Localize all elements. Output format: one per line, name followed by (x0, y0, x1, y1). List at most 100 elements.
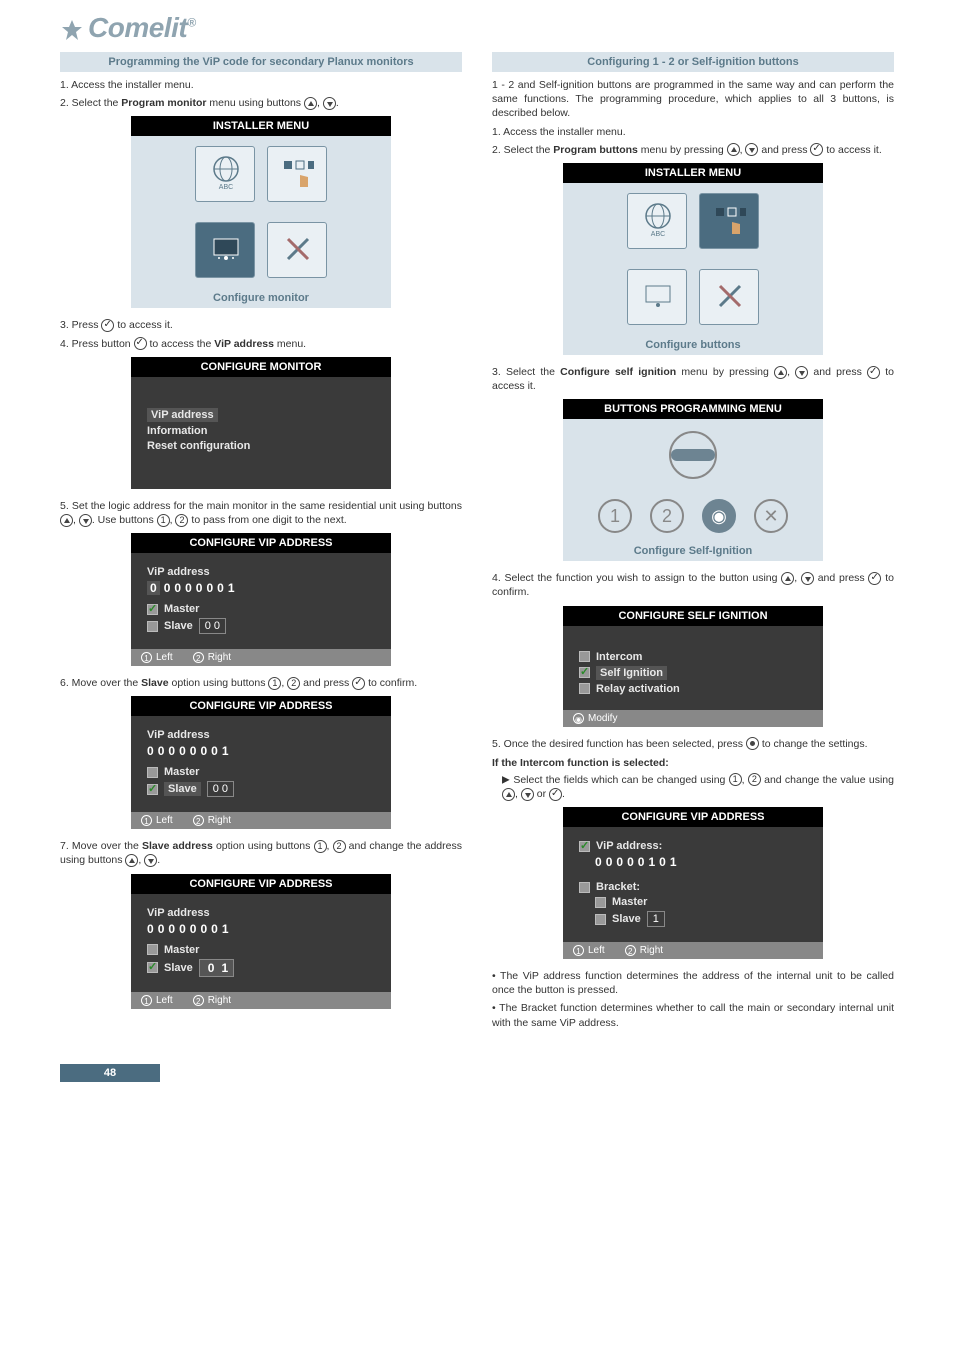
menu-item-info: Information (147, 425, 208, 437)
tile-language: ABC (627, 193, 687, 249)
check-icon (101, 319, 114, 332)
tile-tools (699, 269, 759, 325)
master-checkbox (147, 604, 158, 615)
tile-tools (267, 222, 327, 278)
cfg-vip-3: CONFIGURE VIP ADDRESS ViP address 000000… (131, 874, 391, 1009)
foot-1-icon: 1 (573, 945, 584, 956)
btn-2-icon: 2 (650, 499, 684, 533)
screen-caption: Configure Self-Ignition (563, 541, 823, 557)
left-step5: 5. Set the logic address for the main mo… (60, 499, 462, 527)
right-step1: 1. Access the installer menu. (492, 125, 894, 139)
slave-label: Slave (164, 782, 201, 796)
left-step6: 6. Move over the Slave option using butt… (60, 676, 462, 690)
foot-2-icon: 2 (193, 995, 204, 1006)
right-intro: 1 - 2 and Self-ignition buttons are prog… (492, 78, 894, 121)
right-bullet1: • The ViP address function determines th… (492, 969, 894, 997)
down-icon (801, 572, 814, 585)
menu-item-reset: Reset configuration (147, 440, 250, 452)
master-checkbox (147, 767, 158, 778)
left-step7: 7. Move over the Slave address option us… (60, 839, 462, 867)
screen-title: CONFIGURE VIP ADDRESS (131, 696, 391, 716)
check-icon (868, 572, 881, 585)
btn-1-icon: 1 (598, 499, 632, 533)
foot-right: Right (208, 815, 231, 826)
vip-digits: 00000001 (147, 744, 375, 758)
left-step3: 3. Press to access it. (60, 318, 462, 332)
slave-digit: 1 (653, 913, 659, 925)
right-step3: 3. Select the Configure self ignition me… (492, 365, 894, 393)
screen-title: INSTALLER MENU (563, 163, 823, 183)
left-step4: 4. Press button to access the ViP addres… (60, 337, 462, 351)
foot-left: Left (156, 652, 173, 663)
right-column: Configuring 1 - 2 or Self-ignition butto… (492, 52, 894, 1034)
configure-monitor-screen: CONFIGURE MONITOR ViP address Informatio… (131, 357, 391, 489)
intercom-checkbox (579, 651, 590, 662)
screen-title: CONFIGURE VIP ADDRESS (563, 807, 823, 827)
btn-bell-icon: ✕ (754, 499, 788, 533)
foot-1-icon: 1 (141, 652, 152, 663)
slave-label: Slave (612, 913, 641, 925)
slave-checkbox (595, 914, 606, 925)
up-icon (304, 97, 317, 110)
vip-label: ViP address: (596, 840, 662, 852)
triangle-right-icon: ▶ (502, 774, 510, 785)
vip-address-label: ViP address (147, 907, 210, 919)
num1-icon (268, 677, 281, 690)
slave-label: Slave (164, 620, 193, 632)
num1-icon (729, 773, 742, 786)
num1-icon (314, 840, 327, 853)
right-header: Configuring 1 - 2 or Self-ignition butto… (492, 52, 894, 72)
left-column: Programming the ViP code for secondary P… (60, 52, 462, 1034)
bracket-label: Bracket: (596, 881, 640, 893)
foot-modify: Modify (588, 713, 617, 724)
tile-touch (267, 146, 327, 202)
master-checkbox (595, 897, 606, 908)
foot-1-icon: 1 (141, 815, 152, 826)
foot-2-icon: 2 (193, 652, 204, 663)
down-icon (521, 788, 534, 801)
foot-left: Left (588, 945, 605, 956)
num2-icon (175, 514, 188, 527)
key-icon (669, 431, 717, 479)
intercom-label: Intercom (596, 651, 642, 663)
num1-icon (157, 514, 170, 527)
slave-label: Slave (164, 962, 193, 974)
slave-checkbox (147, 784, 158, 795)
up-icon (727, 143, 740, 156)
up-icon (774, 366, 787, 379)
master-checkbox (147, 944, 158, 955)
svg-text:ABC: ABC (651, 231, 665, 238)
left-header: Programming the ViP code for secondary P… (60, 52, 462, 72)
vip-address-label: ViP address (147, 566, 210, 578)
right-bullet2: • The Bracket function determines whethe… (492, 1001, 894, 1029)
foot-left: Left (156, 815, 173, 826)
foot-right: Right (208, 995, 231, 1006)
check-icon (810, 143, 823, 156)
installer-menu-screen: INSTALLER MENU ABC Configure monitor (131, 116, 391, 308)
foot-dot-icon: ◉ (573, 713, 584, 724)
vip-digits: 00000101 (579, 855, 807, 869)
foot-right: Right (208, 652, 231, 663)
brand-logo: Comelit® (0, 0, 954, 52)
screen-title: CONFIGURE VIP ADDRESS (131, 533, 391, 553)
vip-digits: 00000001 (147, 922, 375, 936)
master-label: Master (164, 766, 199, 778)
screen-title: CONFIGURE MONITOR (131, 357, 391, 377)
foot-2-icon: 2 (625, 945, 636, 956)
screen-caption: Configure monitor (131, 288, 391, 304)
cfg-self-ignition: CONFIGURE SELF IGNITION Intercom Self Ig… (563, 606, 823, 727)
btn-dot-icon: ◉ (702, 499, 736, 533)
right-step5: 5. Once the desired function has been se… (492, 737, 894, 751)
up-icon (125, 854, 138, 867)
up-icon (781, 572, 794, 585)
dot-icon (746, 737, 759, 750)
slave-checkbox (147, 621, 158, 632)
screen-title: CONFIGURE VIP ADDRESS (131, 874, 391, 894)
right-step4: 4. Select the function you wish to assig… (492, 571, 894, 599)
check-icon (352, 677, 365, 690)
vip-checkbox (579, 841, 590, 852)
cfg-vip-right: CONFIGURE VIP ADDRESS ViP address: 00000… (563, 807, 823, 959)
svg-text:ABC: ABC (219, 184, 233, 191)
slave-checkbox (147, 962, 158, 973)
cfg-vip-2: CONFIGURE VIP ADDRESS ViP address 000000… (131, 696, 391, 829)
